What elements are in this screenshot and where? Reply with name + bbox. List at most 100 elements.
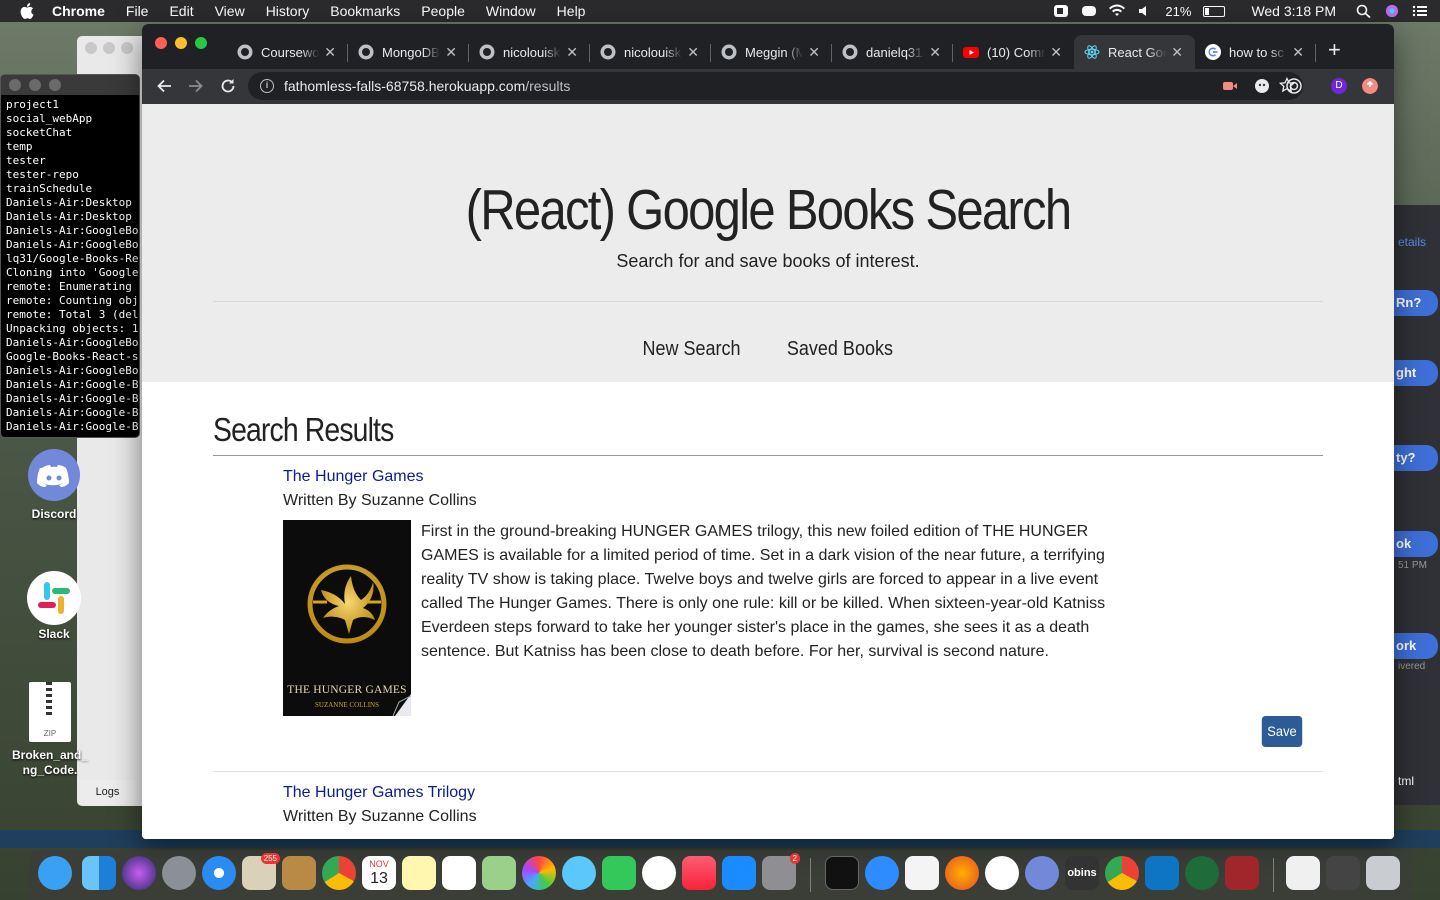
minimize-window-button[interactable] [175, 37, 187, 49]
close-window-button[interactable] [155, 37, 167, 49]
document-icon[interactable] [1286, 856, 1320, 890]
desktop-icon-discord[interactable]: Discord [22, 448, 86, 521]
vscode-icon[interactable] [1145, 856, 1179, 890]
imessage-icon[interactable] [562, 856, 596, 890]
screen-record-icon[interactable] [1053, 4, 1069, 18]
tab-meggin[interactable]: Meggin (M ✕ [711, 35, 832, 69]
menu-window[interactable]: Window [486, 3, 536, 19]
tab-google-search[interactable]: how to sc ✕ [1195, 35, 1316, 69]
tab-youtube-comments[interactable]: (10) Comr ✕ [953, 35, 1074, 69]
close-tab-icon[interactable]: ✕ [687, 44, 699, 61]
tab-mongodb[interactable]: MongoDB ✕ [348, 35, 469, 69]
close-tab-icon[interactable]: ✕ [929, 44, 941, 61]
menu-app-name[interactable]: Chrome [52, 3, 105, 19]
maps-icon[interactable] [482, 856, 516, 890]
menu-edit[interactable]: Edit [169, 3, 193, 19]
tab-react-google-books[interactable]: React Goo ✕ [1074, 35, 1195, 69]
chrome-second-icon[interactable] [1105, 856, 1139, 890]
obins-icon[interactable]: obins [1065, 856, 1099, 890]
tab-danielq31[interactable]: danielq31/✕ [832, 35, 953, 69]
reminders-icon[interactable] [442, 856, 476, 890]
terminal-close-dot[interactable] [9, 79, 21, 91]
profile-avatar[interactable]: D [1331, 78, 1347, 94]
logs-tab[interactable]: Logs [80, 780, 135, 804]
menu-help[interactable]: Help [557, 3, 586, 19]
launchpad-rocket-icon[interactable] [162, 856, 196, 890]
menu-people[interactable]: People [421, 3, 465, 19]
siri-icon[interactable] [122, 856, 156, 890]
site-info-icon[interactable]: i [260, 79, 274, 93]
saved-books-link[interactable]: Saved Books [787, 338, 893, 361]
forward-arrow-icon[interactable] [188, 78, 204, 94]
extension-target-icon[interactable] [1286, 78, 1302, 94]
close-tab-icon[interactable]: ✕ [566, 44, 578, 61]
back-arrow-icon[interactable] [156, 78, 172, 94]
spotlight-search-icon[interactable] [1356, 4, 1372, 18]
apple-icon[interactable] [20, 3, 34, 19]
extension-ghost-icon[interactable] [1254, 78, 1270, 94]
new-search-link[interactable]: New Search [642, 338, 740, 361]
chrome-icon[interactable] [322, 856, 356, 890]
textedit-icon[interactable] [905, 856, 939, 890]
menu-file[interactable]: File [126, 3, 149, 19]
app-store-icon[interactable] [722, 856, 756, 890]
finder-icon[interactable] [82, 856, 116, 890]
address-bar[interactable]: i fathomless-falls-68758.herokuapp.com/r… [248, 72, 1303, 100]
mail-stamp-icon[interactable]: 255 [242, 853, 280, 890]
close-tab-icon[interactable]: ✕ [1171, 44, 1183, 61]
discord-dock-icon[interactable] [1025, 856, 1059, 890]
book-title-link[interactable]: The Hunger Games Trilogy [283, 784, 475, 802]
tab-nicolouisk-1[interactable]: nicolouisk ✕ [469, 35, 590, 69]
downloads-stack-icon[interactable] [1326, 856, 1360, 890]
tab-nicolouisk-2[interactable]: nicolouisk ✕ [590, 35, 711, 69]
gamepad-icon[interactable] [1081, 4, 1097, 18]
volume-icon[interactable] [1137, 4, 1153, 18]
terminal-minimize-dot[interactable] [29, 79, 41, 91]
book-title-link[interactable]: The Hunger Games [283, 468, 424, 486]
extension-video-icon[interactable] [1222, 78, 1238, 94]
menu-bookmarks[interactable]: Bookmarks [330, 3, 400, 19]
music-icon[interactable] [682, 856, 716, 890]
messages-icon[interactable] [38, 856, 72, 890]
save-button[interactable]: Save [1261, 716, 1303, 747]
system-preferences-icon[interactable]: 2 [762, 853, 800, 890]
close-tab-icon[interactable]: ✕ [808, 44, 820, 61]
close-tab-icon[interactable]: ✕ [324, 44, 336, 61]
calendar-icon[interactable]: NOV 13 [362, 856, 396, 890]
desktop-icon-zip-file[interactable]: ZIP Broken_and_ ng_Code. [0, 682, 100, 778]
photos-icon[interactable] [522, 856, 556, 890]
close-tab-icon[interactable]: ✕ [1292, 44, 1304, 61]
terminal-titlebar[interactable] [1, 75, 139, 95]
slack-dock-icon[interactable] [985, 856, 1019, 890]
terminal-window[interactable]: project1 social_webApp socketChat temp teste… [0, 74, 140, 438]
reload-icon[interactable] [220, 78, 236, 94]
results-heading: Search Results [213, 411, 394, 448]
news-icon[interactable] [642, 856, 676, 890]
dictionary-icon[interactable] [1225, 856, 1259, 890]
menu-history[interactable]: History [266, 3, 310, 19]
notification-center-icon[interactable] [1412, 4, 1428, 18]
close-tab-icon[interactable]: ✕ [445, 44, 457, 61]
wifi-icon[interactable] [1109, 4, 1126, 18]
firefox-icon[interactable] [945, 856, 979, 890]
terminal-icon[interactable] [825, 856, 859, 890]
battery-icon[interactable] [1203, 5, 1226, 17]
tab-courseworks[interactable]: Coursewo ✕ [227, 35, 348, 69]
terminal-zoom-dot[interactable] [49, 79, 61, 91]
zoom-icon[interactable] [865, 856, 899, 890]
notes-icon[interactable] [402, 856, 436, 890]
preferences-badge: 2 [789, 853, 800, 864]
notefile-icon[interactable] [282, 856, 316, 890]
extension-update-icon[interactable] [1362, 78, 1378, 94]
siri-icon[interactable] [1384, 4, 1400, 18]
close-tab-icon[interactable]: ✕ [1050, 44, 1062, 61]
zoom-window-button[interactable] [195, 37, 207, 49]
clock[interactable]: Wed 3:18 PM [1251, 3, 1336, 19]
facetime-icon[interactable] [602, 856, 636, 890]
safari-icon[interactable] [202, 856, 236, 890]
menu-view[interactable]: View [215, 3, 245, 19]
desktop-icon-slack[interactable]: Slack [22, 570, 86, 641]
trash-icon[interactable] [1366, 856, 1400, 890]
gitkraken-icon[interactable] [1185, 856, 1219, 890]
new-tab-button[interactable]: + [1328, 35, 1341, 69]
